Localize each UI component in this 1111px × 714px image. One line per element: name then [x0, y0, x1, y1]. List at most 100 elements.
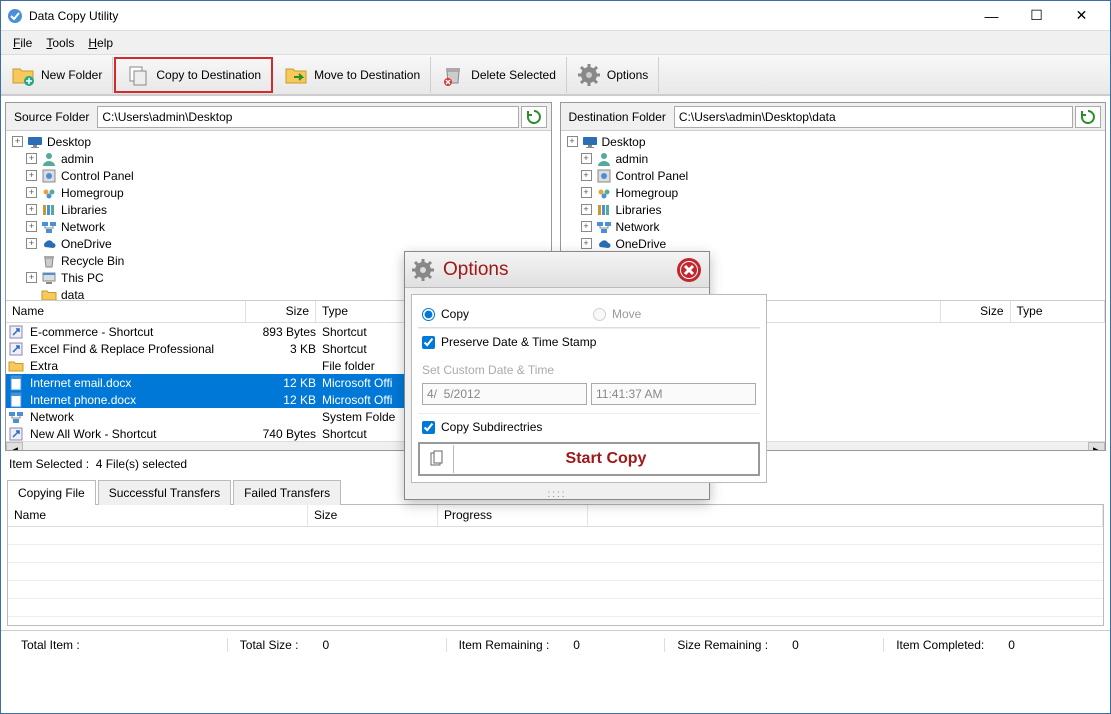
options-dialog-titlebar[interactable]: Options	[405, 252, 709, 288]
net-icon	[8, 409, 24, 425]
scroll-right-icon[interactable]: ▶	[1088, 442, 1105, 450]
cloud-icon	[596, 236, 612, 252]
expand-icon[interactable]: +	[26, 204, 37, 215]
options-button[interactable]: Options	[567, 57, 659, 93]
dialog-grip[interactable]: ::::	[405, 489, 709, 499]
close-button[interactable]: ✕	[1059, 1, 1104, 30]
expand-icon[interactable]: +	[26, 272, 37, 283]
move-to-destination-button[interactable]: Move to Destination	[274, 57, 431, 93]
expand-icon[interactable]: +	[581, 153, 592, 164]
copy-radio[interactable]	[422, 308, 435, 321]
tree-node[interactable]: +Network	[20, 218, 551, 235]
tree-node[interactable]: +admin	[575, 150, 1106, 167]
file-size: 740 Bytes	[246, 427, 316, 441]
bottom-status-bar: Total Item : Total Size :0 Item Remainin…	[1, 630, 1110, 658]
destination-refresh-button[interactable]	[1075, 106, 1101, 128]
file-name: Network	[30, 410, 74, 424]
col-name[interactable]: Name	[6, 301, 246, 322]
delete-selected-button[interactable]: Delete Selected	[431, 57, 567, 93]
th-extra[interactable]	[588, 505, 1103, 526]
destination-folder-label: Destination Folder	[561, 110, 674, 124]
total-size-label: Total Size :	[240, 638, 299, 652]
tree-node[interactable]: +Homegroup	[20, 184, 551, 201]
col-size[interactable]: Size	[941, 301, 1011, 322]
tree-node[interactable]: +Network	[575, 218, 1106, 235]
tree-node[interactable]: +Control Panel	[575, 167, 1106, 184]
copy-subdirectories-checkbox[interactable]	[422, 421, 435, 434]
user-icon	[41, 151, 57, 167]
link-icon	[8, 341, 24, 357]
expand-icon[interactable]: +	[26, 170, 37, 181]
folder-icon	[41, 287, 57, 302]
tree-node[interactable]: +Desktop	[6, 133, 551, 150]
expand-icon[interactable]: +	[26, 187, 37, 198]
custom-date-input[interactable]	[422, 383, 587, 405]
tree-node-label: Recycle Bin	[61, 254, 124, 268]
tree-node[interactable]: +Libraries	[575, 201, 1106, 218]
expand-icon[interactable]: +	[12, 136, 23, 147]
expand-icon[interactable]: +	[567, 136, 578, 147]
maximize-button[interactable]: ☐	[1014, 1, 1059, 30]
minimize-button[interactable]: —	[969, 1, 1014, 30]
move-radio-option[interactable]: Move	[589, 301, 760, 327]
tab-successful-transfers[interactable]: Successful Transfers	[98, 480, 231, 505]
clipboard-button[interactable]	[420, 445, 454, 473]
col-size[interactable]: Size	[246, 301, 316, 322]
tree-node-label: Libraries	[61, 203, 107, 217]
th-progress[interactable]: Progress	[438, 505, 588, 526]
th-size[interactable]: Size	[308, 505, 438, 526]
tree-node[interactable]: +Control Panel	[20, 167, 551, 184]
destination-path-input[interactable]	[674, 106, 1073, 128]
custom-time-input[interactable]	[591, 383, 756, 405]
expand-icon[interactable]: +	[581, 170, 592, 181]
tree-node-label: admin	[61, 152, 94, 166]
expand-icon[interactable]: +	[26, 153, 37, 164]
th-name[interactable]: Name	[8, 505, 308, 526]
copy-subdirectories-option[interactable]: Copy Subdirectries	[418, 413, 760, 440]
move-radio[interactable]	[593, 308, 606, 321]
expand-icon[interactable]: +	[26, 238, 37, 249]
dialog-close-button[interactable]	[675, 256, 703, 284]
menu-file[interactable]: File	[13, 36, 32, 50]
expand-icon[interactable]: +	[581, 187, 592, 198]
source-path-input[interactable]	[97, 106, 518, 128]
home-icon	[596, 185, 612, 201]
doc-icon	[8, 375, 24, 391]
tab-failed-transfers[interactable]: Failed Transfers	[233, 480, 341, 505]
copy-to-destination-button[interactable]: Copy to Destination	[114, 57, 273, 93]
desktop-icon	[27, 134, 43, 150]
source-refresh-button[interactable]	[521, 106, 547, 128]
new-folder-icon	[11, 63, 35, 87]
menu-help[interactable]: Help	[88, 36, 113, 50]
transfer-header[interactable]: Name Size Progress	[8, 505, 1103, 527]
table-row	[8, 545, 1103, 563]
selection-status-value: 4 File(s) selected	[96, 457, 187, 471]
tree-node[interactable]: + Libraries	[20, 201, 551, 218]
item-completed-label: Item Completed:	[896, 638, 984, 652]
col-type[interactable]: Type	[1011, 301, 1106, 322]
tree-node[interactable]: + admin	[20, 150, 551, 167]
total-size-value: 0	[323, 638, 330, 652]
start-copy-button[interactable]: Start Copy	[454, 444, 758, 474]
scroll-left-icon[interactable]: ◀	[6, 442, 23, 450]
new-folder-button[interactable]: New Folder	[1, 57, 113, 93]
preserve-timestamp-option[interactable]: Preserve Date & Time Stamp	[418, 328, 760, 355]
expand-icon[interactable]: +	[26, 221, 37, 232]
tree-node[interactable]: +OneDrive	[575, 235, 1106, 252]
expand-icon[interactable]: +	[581, 238, 592, 249]
tree-node[interactable]: +Desktop	[561, 133, 1106, 150]
net-icon	[41, 219, 57, 235]
file-size: 893 Bytes	[246, 325, 316, 339]
tree-node[interactable]: +OneDrive	[20, 235, 551, 252]
file-name: Extra	[30, 359, 58, 373]
tab-copying-file[interactable]: Copying File	[7, 480, 96, 505]
copy-radio-option[interactable]: Copy	[418, 301, 589, 327]
total-item-label: Total Item :	[21, 638, 80, 652]
preserve-timestamp-checkbox[interactable]	[422, 336, 435, 349]
expand-icon[interactable]: +	[581, 221, 592, 232]
copy-dest-label: Copy to Destination	[156, 68, 261, 82]
expand-icon[interactable]: +	[581, 204, 592, 215]
preserve-timestamp-label: Preserve Date & Time Stamp	[441, 335, 596, 349]
menu-tools[interactable]: Tools	[46, 36, 74, 50]
tree-node[interactable]: +Homegroup	[575, 184, 1106, 201]
